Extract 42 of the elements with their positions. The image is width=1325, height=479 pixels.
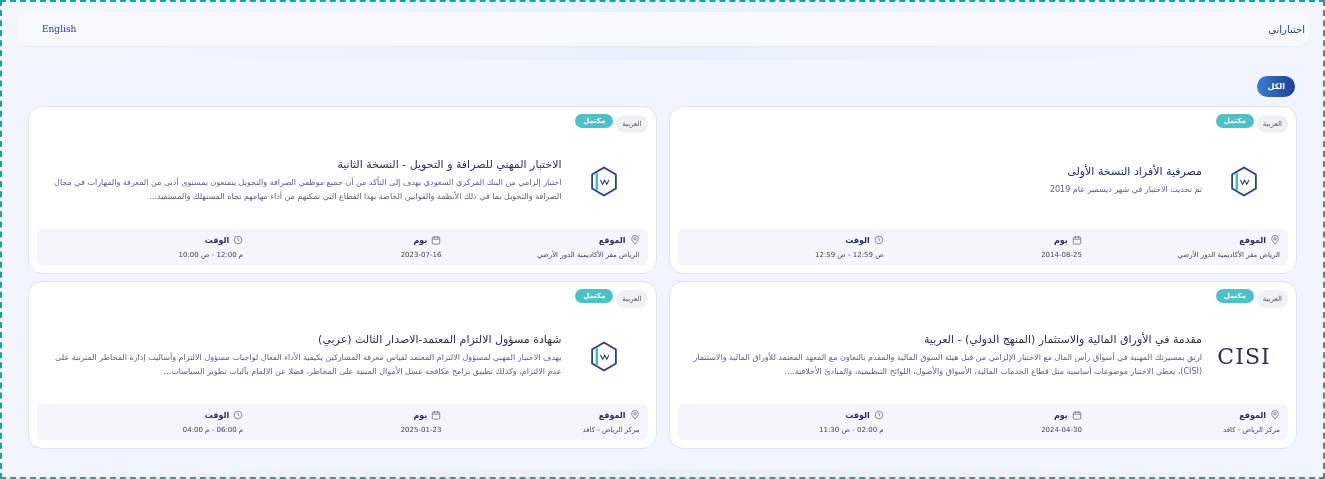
info-label: يوم — [413, 235, 428, 245]
clock-icon — [873, 410, 884, 420]
exam-description: ارتقِ بمسيرتك المهنية في أسواق رأس المال مع الاختبار الإلزامي من قبل هيئة السوق المالية والمقدم بالتعاون مع المعهد المعتمد للأوراق المالية والاستثمار (CISI)، يغطي الاختبار موضوعات أساسية مثل قطاع الخدمات المالية، الأسواق والأصول، اللوائح التنظيمية، والمبادئ الأخلاقية.... — [692, 351, 1202, 378]
clock-icon — [873, 235, 884, 245]
info-label: يوم — [1053, 410, 1068, 420]
calendar-icon — [1071, 410, 1082, 420]
info-label: الوقت — [845, 410, 870, 420]
info-label: الموقع — [1239, 410, 1266, 420]
exam-card[interactable] — [28, 281, 657, 449]
hexagon-logo-icon — [1230, 165, 1258, 197]
exam-title: شهادة مسؤول الالتزام المعتمد-الاصدار الثالث (عربي) — [317, 333, 562, 346]
exam-card[interactable] — [28, 106, 657, 274]
calendar-icon — [431, 410, 442, 420]
language-link[interactable]: English — [22, 24, 77, 34]
filter-tab[interactable]: الكل — [1257, 76, 1295, 97]
info-label: الوقت — [204, 235, 230, 245]
info-label: الموقع — [598, 410, 626, 420]
info-label: الموقع — [1239, 235, 1266, 245]
location-pin-icon — [1270, 410, 1280, 420]
exam-description: اختبار إلزامي من البنك المركزي السعودي يهدف إلى التأكد من أن جميع موظفي الصرافة والتحويل يتمتعون بمستوى أدنى من المعرفة والمهارات في مجال الصرافة والتحويل بما في ذلك الأنظمة والقوانين الخاصة بهذا القطاع التي تمكنهم من أداء مهامهم تجاه المستهلك والمستفيد... — [53, 176, 562, 203]
exam-title: مقدمة في الأوراق المالية والاستثمار (المنهج الدولي) - العربية — [922, 333, 1202, 346]
exam-title: مصرفية الأفراد النسخة الأولى — [1066, 165, 1202, 178]
exam-title: الاختبار المهني للصرافة و التحويل - النسخة الثانية — [336, 158, 562, 171]
clock-icon — [233, 235, 244, 245]
location-pin-icon — [1270, 235, 1280, 245]
calendar-icon — [1071, 235, 1082, 245]
text-logo: CISI — [1217, 343, 1271, 369]
location-pin-icon — [629, 235, 640, 245]
info-label: الوقت — [204, 410, 230, 420]
hexagon-logo-icon — [589, 165, 618, 197]
calendar-icon — [431, 235, 442, 245]
exam-card[interactable] — [668, 281, 1297, 449]
info-label: الوقت — [845, 235, 870, 245]
hexagon-logo-icon — [589, 340, 618, 372]
exam-description: تم تحديث الاختبار في شهر ديسمبر عام 2019 — [1049, 184, 1202, 196]
info-label: الموقع — [598, 235, 626, 245]
info-label: يوم — [413, 410, 428, 420]
clock-icon — [233, 410, 244, 420]
location-pin-icon — [629, 410, 640, 420]
info-label: يوم — [1053, 235, 1068, 245]
page-title: اختباراتي — [1268, 23, 1305, 35]
exam-description: يهدف الاختبار المهني لمسؤول الالتزام المعتمد لقياس معرفة المشاركين بكيفية الأداء الفعال لواجبات مسؤول الالتزام وأساليب إدارة المخاطر المترتبة على عدم الالتزام، وكذلك تطبيق برامج مكافحة غسل الأموال المبنية على المخاطر، فضلا عن الالمام بآليات تطوير السياسات... — [54, 351, 562, 378]
